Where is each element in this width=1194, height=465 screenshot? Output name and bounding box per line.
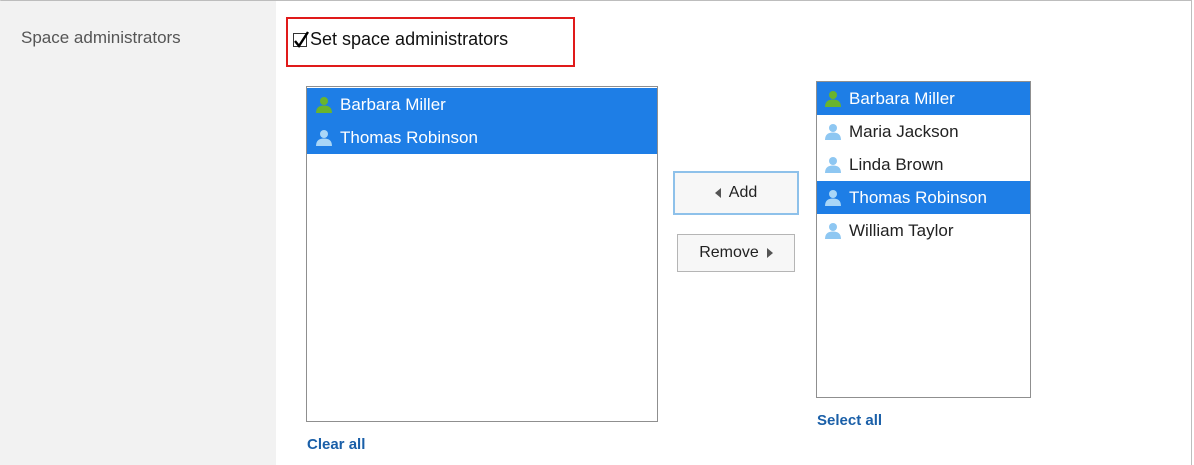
add-button[interactable]: Add [673, 171, 799, 215]
list-item[interactable]: Barbara Miller [817, 82, 1030, 115]
field-label: Space administrators [21, 28, 181, 47]
user-icon [825, 90, 841, 107]
selected-admins-list[interactable]: Barbara Miller Thomas Robinson [306, 86, 658, 422]
user-icon [825, 156, 841, 173]
list-item[interactable]: Linda Brown [817, 148, 1030, 181]
list-item-name: Barbara Miller [340, 95, 446, 114]
set-admins-checkbox[interactable] [293, 30, 309, 48]
set-admins-checkbox-row[interactable]: Set space administrators [293, 29, 508, 50]
remove-button-label: Remove [699, 244, 759, 261]
list-item-name: Linda Brown [849, 155, 944, 174]
user-icon [316, 129, 332, 146]
list-item-name: Maria Jackson [849, 122, 959, 141]
list-item[interactable]: Barbara Miller [307, 88, 657, 121]
list-item[interactable]: Maria Jackson [817, 115, 1030, 148]
list-item-name: William Taylor [849, 221, 954, 240]
list-item[interactable]: William Taylor [817, 214, 1030, 247]
user-icon [825, 123, 841, 140]
list-item[interactable]: Thomas Robinson [307, 121, 657, 154]
list-item-name: Thomas Robinson [849, 188, 987, 207]
arrow-left-icon [714, 188, 721, 198]
user-icon [825, 189, 841, 206]
select-all-link[interactable]: Select all [817, 412, 882, 429]
list-item-name: Thomas Robinson [340, 128, 478, 147]
field-label-column: Space administrators [0, 1, 276, 465]
checkmark-icon [294, 30, 309, 48]
add-button-label: Add [728, 184, 758, 201]
remove-button[interactable]: Remove [677, 234, 795, 272]
set-admins-label: Set space administrators [310, 29, 509, 49]
candidate-users-list[interactable]: Barbara Miller Maria Jackson Linda Brown… [816, 81, 1031, 398]
user-icon [316, 96, 332, 113]
list-item[interactable]: Thomas Robinson [817, 181, 1030, 214]
arrow-right-icon [766, 248, 773, 258]
clear-all-link[interactable]: Clear all [307, 436, 365, 453]
list-item-name: Barbara Miller [849, 89, 955, 108]
user-icon [825, 222, 841, 239]
